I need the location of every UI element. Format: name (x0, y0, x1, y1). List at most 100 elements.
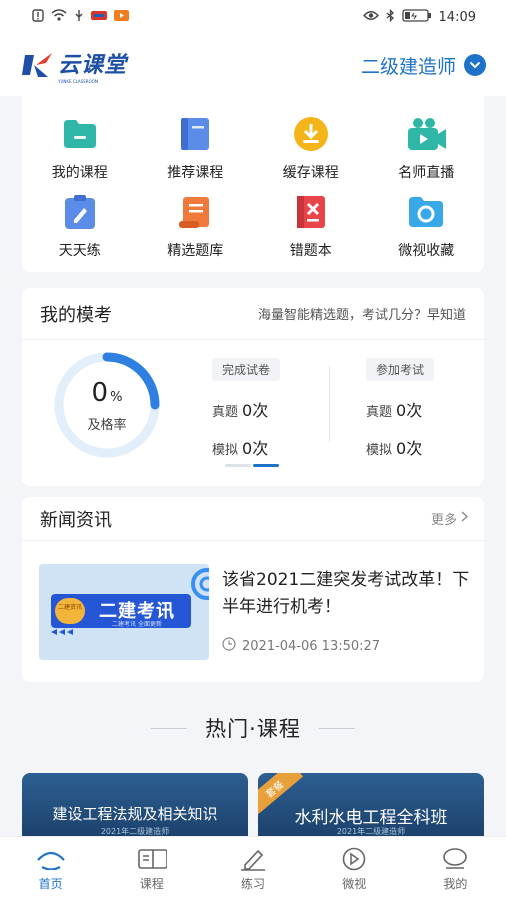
bottom-tab-bar: 首页 课程 练习 微视 我的 (0, 836, 506, 900)
news-date: 2021-04-06 13:50:27 (222, 637, 380, 655)
chevron-down-icon (464, 54, 486, 76)
tab-micro-video[interactable]: 微视 (304, 837, 405, 900)
mock-exam-header: 我的模考 海量智能精选题，考试几分？早知道 (22, 288, 484, 340)
page-dot-active (253, 464, 279, 467)
menu-item-cached[interactable]: 缓存课程 (253, 114, 369, 192)
joined-tag: 参加考试 (366, 358, 435, 381)
folder-icon (60, 114, 100, 154)
download-icon (291, 114, 331, 154)
tab-label: 练习 (241, 876, 266, 891)
finished-mock-row: 模拟 0次 (212, 439, 269, 458)
hot-courses-title: 热门·课程 (205, 717, 301, 741)
logo-mark-icon (22, 53, 52, 77)
news-thumbnail[interactable]: 二建资讯 二建考讯 二建考讯 全面更新 (39, 564, 209, 660)
tab-home[interactable]: 首页 (0, 837, 101, 900)
logo-subtext: YUNKE CLASSROOM (58, 78, 99, 84)
pass-rate-label: 及格率 (87, 418, 127, 433)
tab-label: 微视 (342, 876, 367, 891)
clock-time: 14:09 (438, 9, 476, 25)
page-dot (225, 464, 251, 467)
exam-type-label: 二级建造师 (360, 55, 456, 78)
course-name: 水利水电工程全科班 (294, 808, 448, 828)
joined-real-row: 真题 0次 (366, 401, 423, 420)
menu-label: 错题本 (289, 243, 332, 259)
feature-grid: 我的课程 推荐课程 缓存课程 名师直播 天天练 精选题库 错题本 微视收藏 (22, 96, 484, 270)
divider-line (318, 727, 355, 729)
finished-tag: 完成试卷 (212, 358, 281, 381)
finished-stats: 完成试卷 真题 0次 模拟 0次 (212, 358, 332, 459)
news-header: 新闻资讯 更多 (22, 497, 484, 541)
menu-label: 我的课程 (51, 165, 108, 181)
stats-divider (329, 366, 330, 442)
scroll-icon (175, 192, 215, 232)
heart-folder-icon (406, 192, 446, 232)
menu-label: 推荐课程 (167, 165, 224, 181)
menu-label: 精选题库 (167, 243, 224, 259)
news-image-caption: 二建考讯 全面更新 (112, 621, 162, 628)
chevron-right-icon (461, 511, 469, 526)
menu-item-live[interactable]: 名师直播 (369, 114, 485, 192)
clipboard-edit-icon (60, 192, 100, 232)
usb-icon (74, 9, 84, 26)
menu-item-video-favorites[interactable]: 微视收藏 (369, 192, 485, 270)
finished-real-row: 真题 0次 (212, 401, 269, 420)
exam-type-select[interactable]: 二级建造师 (361, 52, 486, 79)
wifi-icon (51, 9, 67, 25)
news-card: 新闻资讯 更多 二建资讯 二建考讯 二建考讯 全面更新 该省2021二建突发考试… (22, 497, 484, 682)
menu-label: 微视收藏 (398, 243, 455, 259)
profile-icon (440, 846, 470, 872)
tab-courses[interactable]: 课程 (101, 837, 202, 900)
news-more-link[interactable]: 更多 (431, 509, 469, 528)
menu-item-recommended[interactable]: 推荐课程 (138, 114, 254, 192)
course-name: 建设工程法规及相关知识 (52, 805, 218, 823)
menu-item-my-courses[interactable]: 我的课程 (22, 114, 138, 192)
app-logo[interactable]: 云课堂 YUNKE CLASSROOM (22, 47, 127, 84)
course-card[interactable]: 套餐 水利水电工程全科班 2021年二级建造师 (258, 773, 484, 843)
open-book-icon (137, 846, 167, 872)
book-icon (175, 114, 215, 154)
menu-label: 天天练 (58, 243, 101, 259)
video-camera-icon (406, 114, 447, 154)
app-header: 云课堂 YUNKE CLASSROOM 二级建造师 (0, 34, 506, 96)
clock-icon (222, 637, 236, 655)
status-bar: 14:09 (0, 0, 506, 34)
page-indicator (225, 464, 279, 467)
status-icons-right: 14:09 (362, 8, 476, 26)
alert-icon (32, 8, 44, 26)
joined-stats: 参加考试 真题 0次 模拟 0次 (366, 358, 486, 459)
pass-rate-ring: 0% 及格率 (42, 350, 172, 460)
news-title: 新闻资讯 (40, 509, 112, 531)
divider-line (151, 727, 188, 729)
app-notify-icon (91, 9, 107, 26)
video-notify-icon (114, 9, 129, 26)
tab-label: 课程 (139, 876, 164, 891)
joined-mock-row: 模拟 0次 (366, 439, 423, 458)
mock-exam-subtitle: 海量智能精选题，考试几分？早知道 (257, 308, 466, 323)
tab-profile[interactable]: 我的 (405, 837, 506, 900)
home-icon (36, 846, 66, 872)
app-screen: 14:09 云课堂 YUNKE CLASSROOM 二级建造师 我的课程 推荐课… (0, 0, 506, 900)
error-book-icon (291, 192, 331, 232)
news-image-tag: 二建资讯 (57, 604, 82, 611)
menu-label: 缓存课程 (282, 165, 339, 181)
tab-label: 首页 (38, 876, 63, 891)
menu-item-daily-practice[interactable]: 天天练 (22, 192, 138, 270)
menu-label: 名师直播 (398, 165, 455, 181)
course-card[interactable]: 建设工程法规及相关知识 2021年二级建造师 (22, 773, 248, 843)
bluetooth-icon (386, 8, 395, 26)
pen-icon (238, 846, 268, 872)
pass-rate-value: 0% (91, 378, 123, 408)
hot-courses-heading: 热门·课程 (0, 712, 506, 744)
feature-menu: 我的课程 推荐课程 缓存课程 名师直播 天天练 精选题库 错题本 微视收藏 (22, 96, 484, 272)
play-circle-icon (339, 846, 369, 872)
menu-item-question-bank[interactable]: 精选题库 (138, 192, 254, 270)
news-headline[interactable]: 该省2021二建突发考试改革！下半年进行机考！ (222, 567, 472, 621)
mock-exam-card[interactable]: 我的模考 海量智能精选题，考试几分？早知道 0% 及格率 完成试卷 真题 0次 模… (22, 288, 484, 486)
status-icons-left (32, 8, 129, 26)
tab-practice[interactable]: 练习 (202, 837, 303, 900)
eye-icon (362, 10, 379, 25)
tab-label: 我的 (443, 876, 468, 891)
mock-exam-title: 我的模考 (40, 304, 112, 326)
menu-item-wrong-questions[interactable]: 错题本 (253, 192, 369, 270)
logo-text: 云课堂 (58, 52, 128, 78)
